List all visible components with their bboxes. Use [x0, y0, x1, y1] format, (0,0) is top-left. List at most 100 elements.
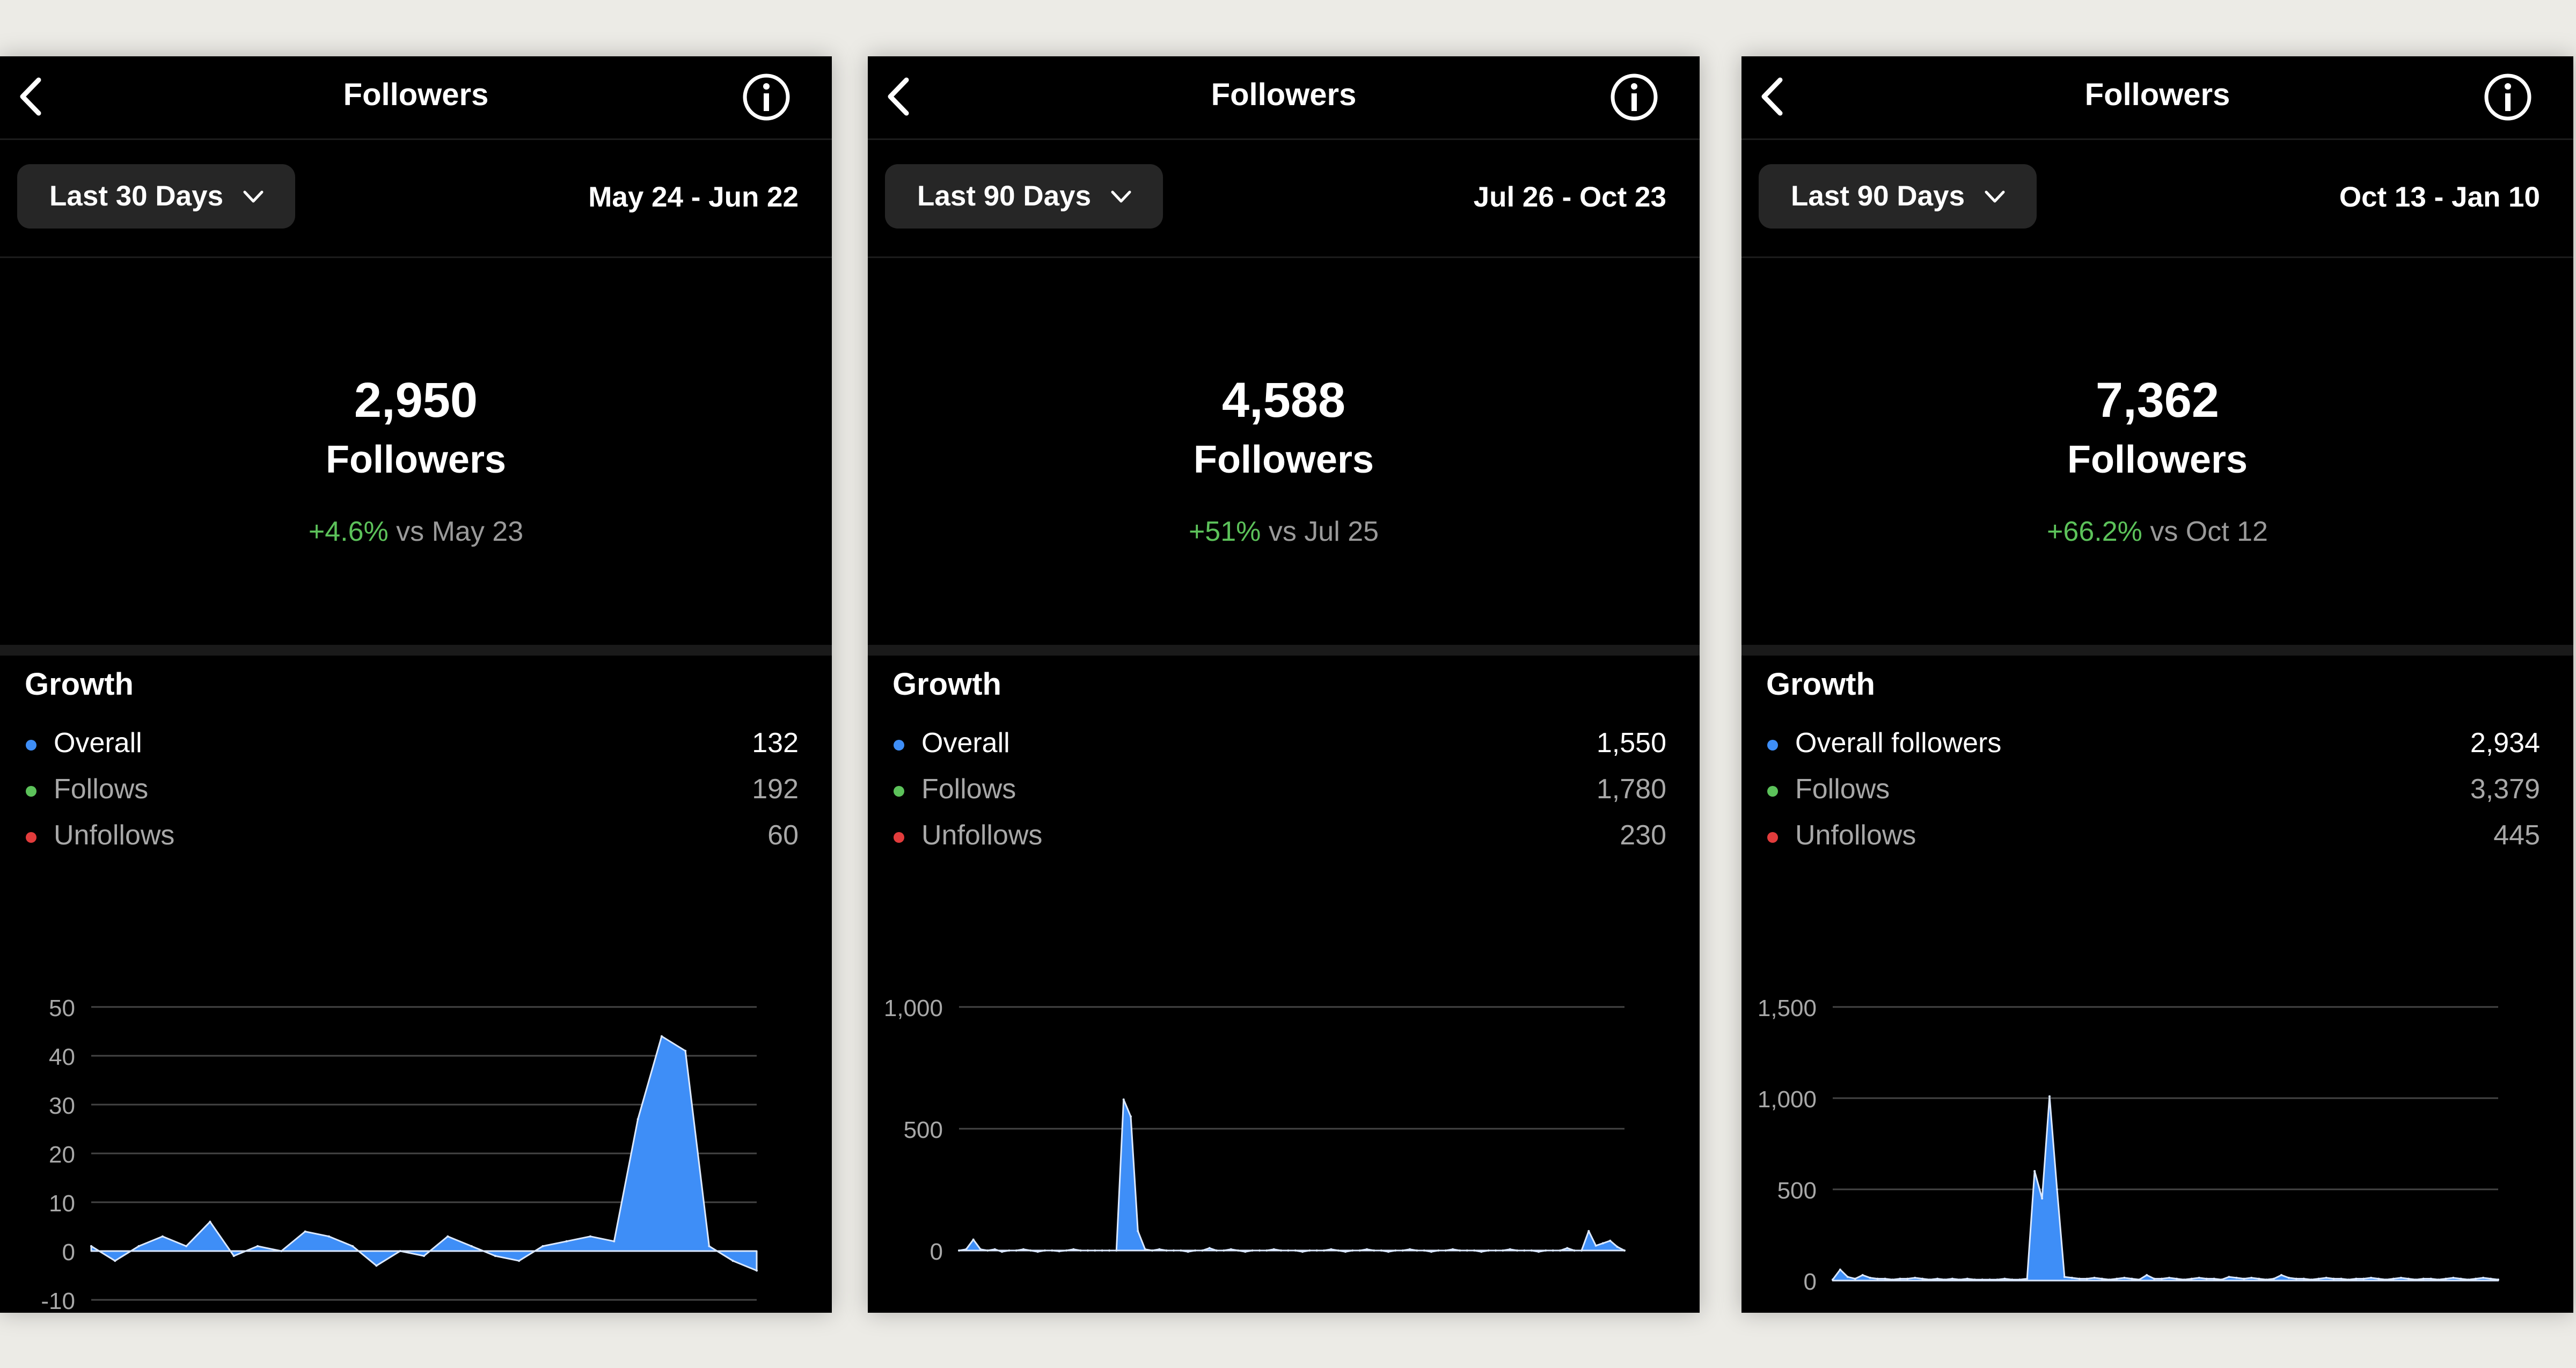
data-point: [1180, 1249, 1182, 1252]
top-bar: Followers: [1741, 56, 2573, 140]
data-point: [2243, 1277, 2245, 1280]
data-point: [1294, 1249, 1297, 1252]
info-circle-icon[interactable]: [2481, 70, 2535, 124]
data-point: [1015, 1249, 1018, 1252]
data-point: [1966, 1277, 1968, 1280]
y-tick-label: 0: [62, 1239, 75, 1266]
data-point: [1094, 1249, 1096, 1252]
page-title: Followers: [343, 77, 489, 112]
data-point: [565, 1240, 568, 1242]
data-point: [2003, 1277, 2006, 1280]
data-point: [1566, 1247, 1569, 1249]
data-point: [2287, 1276, 2290, 1279]
period-dropdown-label: Last 90 Days: [1791, 180, 1965, 212]
date-range: Oct 13 - Jan 10: [2339, 181, 2540, 213]
data-point: [636, 1118, 639, 1121]
data-point: [1373, 1249, 1375, 1252]
data-point: [1846, 1276, 1849, 1278]
followers-panel-3: Followers Last 90 Days Oct 13 - Jan 10 7…: [1741, 56, 2573, 1313]
data-point: [1216, 1249, 1218, 1252]
period-dropdown[interactable]: Last 90 Days: [1759, 164, 2037, 229]
data-point: [1237, 1249, 1239, 1252]
change-compare: vs May 23: [396, 516, 524, 547]
filter-bar: Last 90 Days Jul 26 - Oct 23: [868, 140, 1700, 258]
info-circle-icon[interactable]: [1607, 70, 1661, 124]
data-point: [1981, 1278, 1984, 1281]
data-point: [2414, 1278, 2417, 1281]
chevron-down-icon: [1985, 190, 2005, 203]
info-circle-icon[interactable]: [740, 70, 793, 124]
data-point: [1559, 1249, 1561, 1252]
data-point: [2490, 1277, 2492, 1280]
growth-chart: 1,5001,0005000-500: [1758, 995, 2499, 1295]
legend-overall: Overall 1,550: [890, 727, 1666, 773]
data-point: [1058, 1250, 1060, 1253]
data-point: [1308, 1249, 1311, 1252]
y-tick-label: 0: [1804, 1269, 1817, 1295]
data-point: [2310, 1278, 2312, 1281]
data-point: [1951, 1277, 1953, 1280]
y-tick-label: 500: [1777, 1178, 1817, 1204]
legend-overall: Overall 132: [23, 727, 799, 773]
y-tick-label: 500: [904, 1117, 943, 1143]
followers-count-label: Followers: [325, 438, 507, 481]
y-tick-label: 1,000: [1758, 1086, 1817, 1113]
data-point: [2302, 1277, 2305, 1280]
data-point: [660, 1035, 663, 1038]
data-point: [2041, 1197, 2044, 1200]
data-point: [494, 1255, 496, 1257]
data-point: [161, 1235, 164, 1238]
period-dropdown[interactable]: Last 30 Days: [17, 164, 295, 229]
data-point: [2168, 1276, 2170, 1279]
data-point: [1587, 1230, 1590, 1232]
filter-bar: Last 90 Days Oct 13 - Jan 10: [1741, 140, 2573, 258]
data-point: [1387, 1251, 1389, 1253]
data-point: [1173, 1249, 1175, 1252]
legend-label: Unfollows: [54, 820, 175, 851]
period-dropdown[interactable]: Last 90 Days: [885, 164, 1163, 229]
data-point: [2467, 1278, 2470, 1281]
legend-value: 192: [752, 774, 799, 805]
data-point: [2033, 1170, 2036, 1172]
data-point: [1158, 1248, 1161, 1251]
legend-label: Overall followers: [1795, 727, 2002, 759]
overall-dot-icon: [1767, 740, 1778, 751]
data-point: [2407, 1277, 2410, 1280]
follows-dot-icon: [1767, 786, 1778, 797]
data-point: [1832, 1278, 1834, 1281]
unfollows-dot-icon: [26, 832, 36, 843]
data-point: [2429, 1277, 2432, 1280]
data-point: [1487, 1249, 1490, 1252]
top-bar: Followers: [0, 56, 832, 140]
data-point: [2355, 1277, 2358, 1280]
data-point: [1936, 1277, 1939, 1280]
change-percent: +4.6%: [308, 516, 389, 547]
follows-dot-icon: [894, 786, 904, 797]
data-point: [1616, 1246, 1619, 1248]
data-point: [1144, 1248, 1146, 1251]
data-point: [1495, 1249, 1497, 1252]
data-point: [986, 1249, 989, 1252]
legend-value: 230: [1620, 820, 1666, 851]
growth-heading: Growth: [1766, 667, 1875, 702]
data-point: [1072, 1248, 1075, 1251]
change-percent: +51%: [1188, 516, 1261, 547]
data-point: [1545, 1249, 1547, 1252]
data-point: [2056, 1188, 2058, 1190]
data-point: [1251, 1249, 1254, 1252]
data-point: [2497, 1278, 2499, 1281]
date-range: Jul 26 - Oct 23: [1473, 181, 1666, 213]
data-point: [1258, 1249, 1261, 1252]
data-point: [1323, 1249, 1325, 1252]
data-point: [2385, 1278, 2387, 1281]
section-divider: [1741, 645, 2573, 656]
data-point: [1523, 1249, 1526, 1252]
data-point: [541, 1245, 544, 1247]
data-point: [2108, 1278, 2111, 1281]
followers-count: 7,362: [2095, 373, 2220, 428]
data-point: [1891, 1278, 1894, 1281]
data-point: [1130, 1115, 1132, 1118]
data-point: [1401, 1249, 1404, 1252]
data-point: [2437, 1278, 2440, 1281]
data-point: [2482, 1276, 2485, 1279]
